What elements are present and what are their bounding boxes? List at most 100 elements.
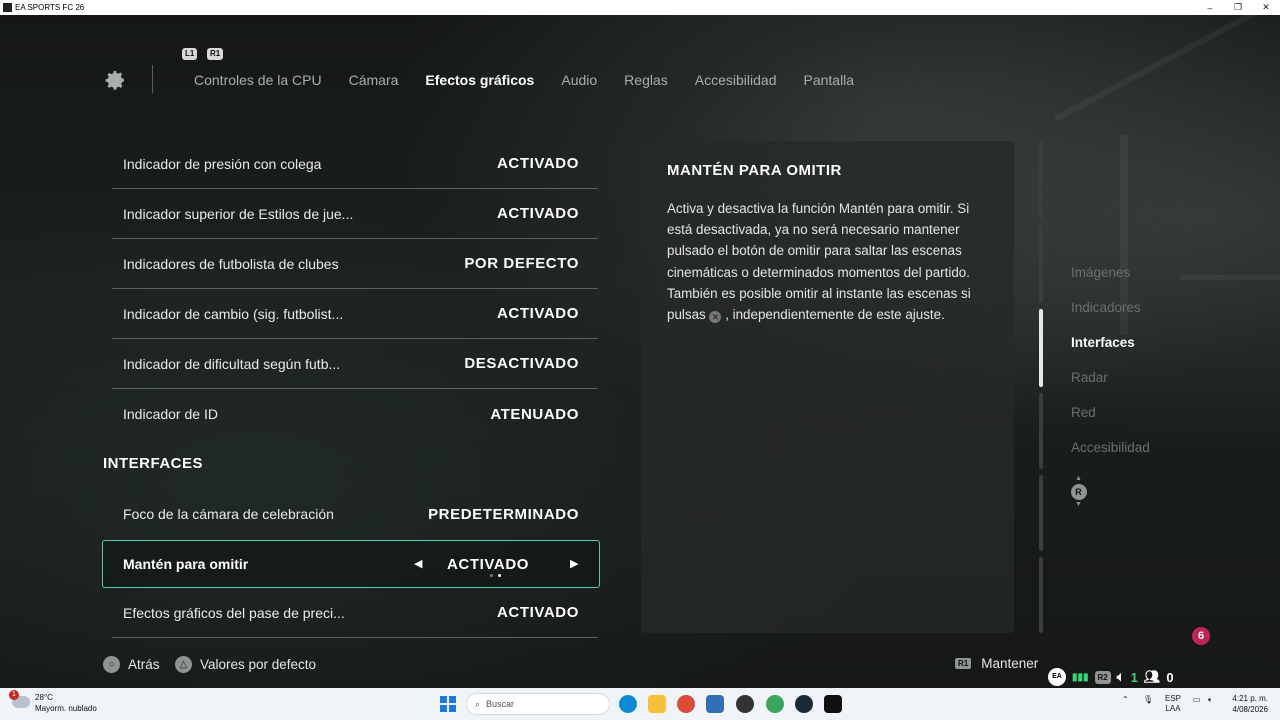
setting-row[interactable]: Indicadores de futbolista de clubes POR …: [112, 239, 598, 289]
settings-list-more: Efectos gráficos del pase de preci... AC…: [112, 588, 598, 638]
tab-controles-cpu[interactable]: Controles de la CPU: [194, 72, 322, 88]
defaults-label: Valores por defecto: [200, 657, 317, 672]
option-dot: [490, 574, 493, 577]
scroll-segment: [1039, 475, 1043, 551]
setting-row[interactable]: Indicador superior de Estilos de jue... …: [112, 189, 598, 239]
setting-row[interactable]: Indicador de ID ATENUADO: [112, 389, 598, 439]
setting-value: ACTIVADO: [447, 555, 530, 573]
weather-desc: Mayorm. nublado: [35, 704, 97, 713]
app-icon[interactable]: [736, 695, 754, 713]
game-viewport: L1 R1 Controles de la CPU Cámara Efectos…: [0, 15, 1280, 688]
restore-button[interactable]: ❐: [1224, 2, 1252, 13]
party-count: 0: [1166, 669, 1174, 685]
app-icon: [3, 3, 12, 12]
description-text: , independientemente de este ajuste.: [725, 307, 945, 323]
setting-row[interactable]: Indicador de presión con colega ACTIVADO: [112, 139, 598, 189]
network-icon[interactable]: ▭: [1193, 695, 1201, 704]
setting-label: Indicador de ID: [123, 406, 218, 422]
back-button[interactable]: ○ Atrás: [103, 656, 160, 673]
chrome-profile-icon[interactable]: [766, 695, 784, 713]
setting-value: ACTIVADO: [496, 155, 579, 172]
speaker-icon: 🔈︎: [1116, 669, 1125, 684]
description-panel: MANTÉN PARA OMITIR Activa y desactiva la…: [641, 141, 1014, 633]
language-indicator[interactable]: ESP LAA: [1165, 694, 1181, 714]
minimize-button[interactable]: –: [1196, 3, 1224, 13]
background-beam: [1180, 275, 1280, 280]
scroll-segment: [1039, 225, 1043, 303]
setting-row[interactable]: Efectos gráficos del pase de preci... AC…: [112, 588, 598, 638]
hold-label: Mantener: [981, 656, 1039, 671]
taskbar-search[interactable]: ⌕ Buscar: [466, 693, 610, 715]
setting-row-selected[interactable]: Mantén para omitir ◀ ACTIVADO ▶: [102, 540, 600, 588]
chrome-icon[interactable]: [677, 695, 695, 713]
setting-row[interactable]: Indicador de dificultad según futb... DE…: [112, 339, 598, 389]
r1-button-icon: R1: [955, 658, 972, 669]
weather-widget[interactable]: 1 28°C Mayorm. nublado: [9, 690, 97, 714]
store-icon[interactable]: [706, 695, 724, 713]
ea-fc-taskbar-icon[interactable]: [824, 695, 842, 713]
background-beam: [1053, 15, 1280, 122]
steam-icon[interactable]: [795, 695, 813, 713]
setting-row[interactable]: Indicador de cambio (sig. futbolist... A…: [112, 289, 598, 339]
section-nav-imagenes[interactable]: Imágenes: [1071, 265, 1150, 300]
volume-icon[interactable]: 🔈︎: [1208, 695, 1213, 705]
section-nav-red[interactable]: Red: [1071, 405, 1150, 440]
r-stick-icon: R: [1070, 484, 1087, 500]
clock-time: 4:21 p. m.: [1232, 694, 1268, 703]
status-icons: EA ▮▮▮ R2 🔈︎ 1 👥︎ 0: [1048, 668, 1174, 686]
taskbar-clock[interactable]: 4:21 p. m. 4/08/2026: [1226, 693, 1268, 715]
setting-row[interactable]: Foco de la cámara de celebración PREDETE…: [112, 489, 598, 539]
windows-start-icon[interactable]: [440, 696, 456, 712]
scrollbar[interactable]: [1039, 141, 1043, 633]
ea-account-icon[interactable]: EA: [1048, 668, 1066, 686]
option-dot-active: [498, 574, 501, 577]
tray-chevron-up-icon[interactable]: ⌃: [1122, 695, 1129, 704]
setting-value: ACTIVADO: [496, 305, 579, 322]
scroll-segment: [1039, 393, 1043, 469]
back-label: Atrás: [128, 657, 160, 672]
scroll-thumb[interactable]: [1039, 309, 1043, 387]
tab-reglas[interactable]: Reglas: [624, 72, 668, 88]
setting-label: Indicador de presión con colega: [123, 155, 322, 172]
setting-label: Mantén para omitir: [123, 556, 249, 572]
tab-camara[interactable]: Cámara: [349, 72, 399, 88]
section-nav-indicadores[interactable]: Indicadores: [1071, 300, 1150, 335]
weather-alert-badge: 1: [9, 690, 19, 700]
settings-tabs: Controles de la CPU Cámara Efectos gráfi…: [194, 72, 881, 88]
setting-label: Efectos gráficos del pase de preci...: [123, 604, 345, 621]
description-title: MANTÉN PARA OMITIR: [667, 162, 842, 179]
gear-icon[interactable]: [103, 68, 127, 92]
search-icon: ⌕: [475, 698, 481, 709]
microphone-icon[interactable]: 🎙︎: [1143, 695, 1153, 704]
hold-button[interactable]: R1 Mantener: [955, 656, 1038, 671]
tab-pantalla[interactable]: Pantalla: [803, 72, 854, 88]
file-explorer-icon[interactable]: [648, 695, 666, 713]
tab-audio[interactable]: Audio: [561, 72, 597, 88]
notification-badge[interactable]: 6: [1192, 627, 1210, 645]
arrow-left-icon[interactable]: ◀: [414, 557, 422, 570]
weather-temp: 28°C: [35, 693, 53, 702]
close-button[interactable]: ✕: [1252, 2, 1280, 13]
r2-button-icon: R2: [1094, 670, 1111, 684]
section-nav-radar[interactable]: Radar: [1071, 370, 1150, 405]
defaults-button[interactable]: △ Valores por defecto: [175, 656, 316, 673]
section-nav-accesibilidad[interactable]: Accesibilidad: [1071, 440, 1150, 475]
description-body: Activa y desactiva la función Mantén par…: [667, 198, 997, 325]
window-title: EA SPORTS FC 26: [15, 3, 85, 12]
clock-date: 4/08/2026: [1232, 705, 1268, 714]
setting-label: Indicador superior de Estilos de jue...: [123, 205, 354, 222]
tab-accesibilidad[interactable]: Accesibilidad: [695, 72, 777, 88]
edge-icon[interactable]: [619, 695, 637, 713]
r1-button-hint: R1: [207, 48, 224, 60]
setting-value: ATENUADO: [490, 405, 579, 423]
section-nav-interfaces[interactable]: Interfaces: [1071, 335, 1150, 370]
tab-efectos-graficos[interactable]: Efectos gráficos: [425, 72, 534, 88]
scroll-segment: [1039, 557, 1043, 633]
window-title-bar: EA SPORTS FC 26 – ❐ ✕: [0, 0, 1280, 15]
setting-value: ACTIVADO: [496, 205, 579, 222]
arrow-right-icon[interactable]: ▶: [570, 557, 578, 570]
chevron-down-icon: ▼: [1075, 501, 1082, 508]
setting-value: PREDETERMINADO: [428, 505, 579, 523]
setting-label: Indicador de dificultad según futb...: [123, 355, 341, 372]
friends-icon[interactable]: 👥︎: [1144, 669, 1161, 685]
